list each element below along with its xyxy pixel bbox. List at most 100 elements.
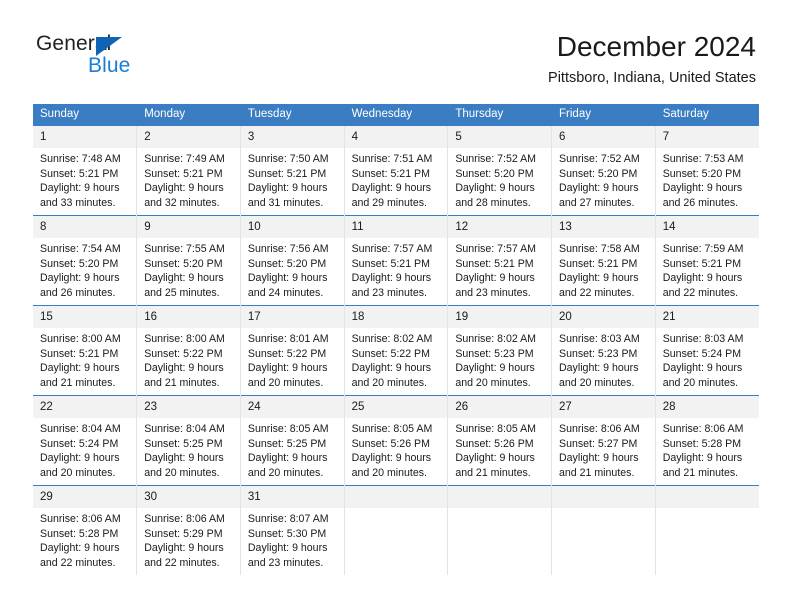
sunset-text: Sunset: 5:20 PM xyxy=(40,257,119,270)
sunrise-text: Sunrise: 8:05 AM xyxy=(455,423,536,435)
day-number: 17 xyxy=(240,306,344,328)
daylight-text-line2: and 23 minutes. xyxy=(247,556,324,569)
daylight-text-line1: Daylight: 9 hours xyxy=(455,272,535,285)
sunrise-text: Sunrise: 8:05 AM xyxy=(351,423,433,435)
daylight-text-line1: Daylight: 9 hours xyxy=(40,362,120,375)
sunset-text: Sunset: 5:22 PM xyxy=(351,347,430,360)
sunset-text: Sunset: 5:29 PM xyxy=(144,527,223,540)
day-info: Sunrise: 8:01 AM Sunset: 5:22 PM Daylight:… xyxy=(241,328,344,390)
sunset-text: Sunset: 5:28 PM xyxy=(662,437,742,450)
sunrise-text: Sunrise: 7:51 AM xyxy=(351,153,433,165)
day-number: 12 xyxy=(448,216,552,238)
day-cell[interactable]: 23 Sunrise: 8:04 AM Sunset: 5:25 PM Dayligh… xyxy=(136,395,241,486)
day-cell[interactable]: 25 Sunrise: 8:05 AM Sunset: 5:26 PM Dayligh… xyxy=(344,395,449,486)
day-cell[interactable]: 24 Sunrise: 8:05 AM Sunset: 5:25 PM Dayligh… xyxy=(240,395,345,486)
day-cell[interactable]: 3 Sunrise: 7:50 AM Sunset: 5:21 PM Daylight… xyxy=(240,125,345,216)
day-info: Sunrise: 8:07 AM Sunset: 5:30 PM Daylight:… xyxy=(241,508,344,570)
weekday-header-monday: Monday xyxy=(136,104,241,126)
daylight-text-line1: Daylight: 9 hours xyxy=(455,362,535,375)
day-cell[interactable]: 19 Sunrise: 8:02 AM Sunset: 5:23 PM Dayligh… xyxy=(447,305,553,396)
day-cell[interactable]: 8 Sunrise: 7:54 AM Sunset: 5:20 PM Daylight… xyxy=(33,215,138,306)
daylight-text-line2: and 20 minutes. xyxy=(455,376,531,389)
day-info: Sunrise: 8:05 AM Sunset: 5:26 PM Daylight:… xyxy=(448,418,551,480)
day-cell[interactable]: 16 Sunrise: 8:00 AM Sunset: 5:22 PM Dayligh… xyxy=(136,305,241,396)
day-number: 8 xyxy=(33,216,137,238)
sunset-text: Sunset: 5:21 PM xyxy=(247,167,327,180)
day-cell[interactable]: 26 Sunrise: 8:05 AM Sunset: 5:26 PM Dayligh… xyxy=(447,395,553,486)
day-cell[interactable]: 4 Sunrise: 7:51 AM Sunset: 5:21 PM Daylight… xyxy=(344,125,449,216)
daylight-text-line1: Daylight: 9 hours xyxy=(144,182,224,195)
day-info: Sunrise: 8:03 AM Sunset: 5:24 PM Daylight:… xyxy=(656,328,759,390)
day-cell[interactable]: 10 Sunrise: 7:56 AM Sunset: 5:20 PM Dayligh… xyxy=(240,215,345,306)
calendar-table: Sunday Monday Tuesday Wednesday Thursday… xyxy=(33,104,760,575)
daylight-text-line1: Daylight: 9 hours xyxy=(455,182,535,195)
weekday-header-tuesday: Tuesday xyxy=(240,104,345,126)
daylight-text-line1: Daylight: 9 hours xyxy=(247,182,328,195)
sunrise-text: Sunrise: 8:00 AM xyxy=(40,333,121,345)
day-cell[interactable]: 6 Sunrise: 7:52 AM Sunset: 5:20 PM Daylight… xyxy=(551,125,656,216)
weekday-header-sunday: Sunday xyxy=(33,104,138,126)
day-info: Sunrise: 7:53 AM Sunset: 5:20 PM Daylight:… xyxy=(656,148,759,210)
sunset-text: Sunset: 5:20 PM xyxy=(662,167,742,180)
day-number: 1 xyxy=(33,126,137,148)
sunrise-text: Sunrise: 8:01 AM xyxy=(247,333,329,345)
day-cell[interactable]: 29 Sunrise: 8:06 AM Sunset: 5:28 PM Dayligh… xyxy=(33,485,138,575)
daylight-text-line1: Daylight: 9 hours xyxy=(40,272,120,285)
day-info: Sunrise: 7:48 AM Sunset: 5:21 PM Daylight:… xyxy=(33,148,136,210)
daylight-text-line1: Daylight: 9 hours xyxy=(247,272,328,285)
sunrise-text: Sunrise: 8:03 AM xyxy=(559,333,640,345)
week-row: 15 Sunrise: 8:00 AM Sunset: 5:21 PM Dayligh… xyxy=(33,305,759,396)
daylight-text-line2: and 22 minutes. xyxy=(559,286,635,299)
sunset-text: Sunset: 5:25 PM xyxy=(144,437,223,450)
sunset-text: Sunset: 5:22 PM xyxy=(247,347,327,360)
day-cell[interactable]: 13 Sunrise: 7:58 AM Sunset: 5:21 PM Dayligh… xyxy=(551,215,656,306)
day-cell[interactable]: 11 Sunrise: 7:57 AM Sunset: 5:21 PM Dayligh… xyxy=(344,215,449,306)
day-number: 6 xyxy=(552,126,655,148)
daylight-text-line2: and 26 minutes. xyxy=(662,196,739,209)
sunset-text: Sunset: 5:20 PM xyxy=(455,167,534,180)
day-number: 5 xyxy=(448,126,552,148)
daylight-text-line1: Daylight: 9 hours xyxy=(559,182,639,195)
calendar-page: General Blue December 2024 Pittsboro, In… xyxy=(0,0,792,612)
general-blue-logo[interactable]: General Blue xyxy=(36,32,166,84)
day-cell[interactable]: 28 Sunrise: 8:06 AM Sunset: 5:28 PM Dayligh… xyxy=(655,395,759,486)
day-cell[interactable]: 27 Sunrise: 8:06 AM Sunset: 5:27 PM Dayligh… xyxy=(551,395,656,486)
day-cell[interactable]: 22 Sunrise: 8:04 AM Sunset: 5:24 PM Dayligh… xyxy=(33,395,138,486)
sunrise-text: Sunrise: 8:02 AM xyxy=(455,333,536,345)
day-number: 4 xyxy=(344,126,448,148)
daylight-text-line2: and 33 minutes. xyxy=(40,196,116,209)
day-cell[interactable]: 14 Sunrise: 7:59 AM Sunset: 5:21 PM Dayligh… xyxy=(655,215,759,306)
sunrise-text: Sunrise: 7:59 AM xyxy=(662,243,744,255)
daylight-text-line2: and 21 minutes. xyxy=(662,466,739,479)
day-cell[interactable]: 17 Sunrise: 8:01 AM Sunset: 5:22 PM Dayligh… xyxy=(240,305,345,396)
day-cell[interactable]: 12 Sunrise: 7:57 AM Sunset: 5:21 PM Dayligh… xyxy=(447,215,553,306)
daylight-text-line2: and 20 minutes. xyxy=(662,376,739,389)
day-cell[interactable]: 31 Sunrise: 8:07 AM Sunset: 5:30 PM Dayligh… xyxy=(240,485,345,575)
day-cell[interactable]: 30 Sunrise: 8:06 AM Sunset: 5:29 PM Dayligh… xyxy=(136,485,241,575)
day-info: Sunrise: 7:52 AM Sunset: 5:20 PM Daylight:… xyxy=(552,148,655,210)
day-cell[interactable]: 9 Sunrise: 7:55 AM Sunset: 5:20 PM Daylight… xyxy=(136,215,241,306)
calendar-header-row: Sunday Monday Tuesday Wednesday Thursday… xyxy=(33,104,760,126)
day-info: Sunrise: 8:04 AM Sunset: 5:24 PM Daylight:… xyxy=(33,418,136,480)
sunset-text: Sunset: 5:25 PM xyxy=(247,437,327,450)
sunset-text: Sunset: 5:21 PM xyxy=(144,167,223,180)
day-cell[interactable]: 7 Sunrise: 7:53 AM Sunset: 5:20 PM Daylight… xyxy=(655,125,759,216)
sunrise-text: Sunrise: 8:06 AM xyxy=(144,513,225,525)
page-title: December 2024 xyxy=(556,31,756,62)
day-cell[interactable]: 1 Sunrise: 7:48 AM Sunset: 5:21 PM Daylight… xyxy=(33,125,138,216)
day-info: Sunrise: 7:57 AM Sunset: 5:21 PM Daylight:… xyxy=(448,238,551,300)
day-number: 16 xyxy=(137,306,240,328)
day-number: 22 xyxy=(33,396,137,418)
sunset-text: Sunset: 5:21 PM xyxy=(40,167,119,180)
day-cell[interactable]: 20 Sunrise: 8:03 AM Sunset: 5:23 PM Dayligh… xyxy=(551,305,656,396)
day-cell[interactable]: 2 Sunrise: 7:49 AM Sunset: 5:21 PM Daylight… xyxy=(136,125,241,216)
day-cell[interactable]: 5 Sunrise: 7:52 AM Sunset: 5:20 PM Daylight… xyxy=(447,125,553,216)
day-cell[interactable]: 15 Sunrise: 8:00 AM Sunset: 5:21 PM Dayligh… xyxy=(33,305,138,396)
day-cell[interactable]: 18 Sunrise: 8:02 AM Sunset: 5:22 PM Dayligh… xyxy=(344,305,449,396)
sunrise-text: Sunrise: 7:50 AM xyxy=(247,153,329,165)
day-info: Sunrise: 7:58 AM Sunset: 5:21 PM Daylight:… xyxy=(552,238,655,300)
sunrise-text: Sunrise: 7:57 AM xyxy=(351,243,433,255)
day-cell[interactable]: 21 Sunrise: 8:03 AM Sunset: 5:24 PM Dayligh… xyxy=(655,305,759,396)
daylight-text-line2: and 20 minutes. xyxy=(247,466,324,479)
day-number: 14 xyxy=(655,216,759,238)
